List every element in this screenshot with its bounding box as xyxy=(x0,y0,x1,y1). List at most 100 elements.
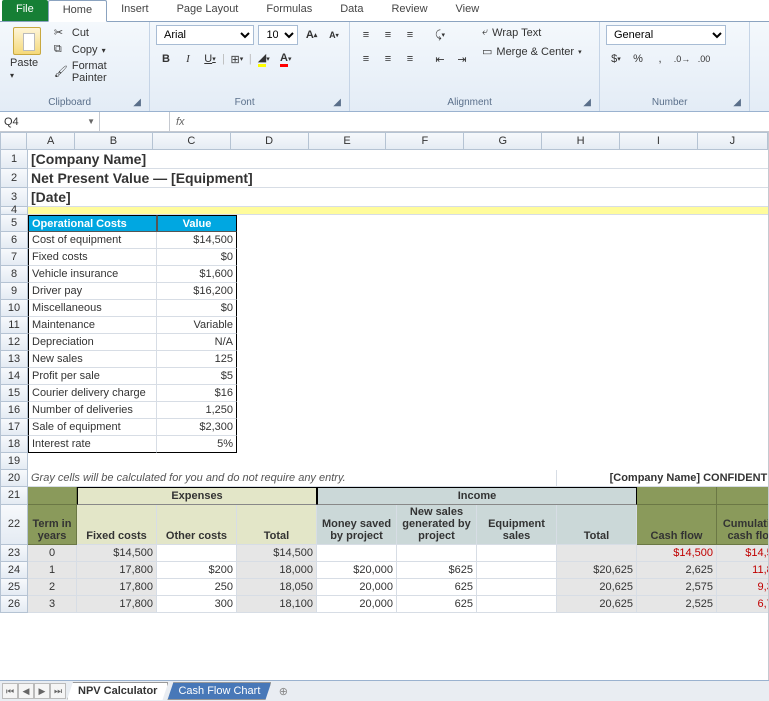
cell[interactable]: Courier delivery charge xyxy=(28,385,157,402)
row-header[interactable]: 17 xyxy=(0,419,28,436)
cell[interactable]: $14,500 xyxy=(157,232,237,249)
sheet-tab-npv[interactable]: NPV Calculator xyxy=(67,682,168,700)
cell[interactable] xyxy=(317,545,397,562)
tab-nav-prev[interactable]: ◀ xyxy=(18,683,34,699)
paste-button[interactable]: Paste ▾ xyxy=(6,25,48,85)
cell[interactable]: Term in years xyxy=(28,505,77,545)
spreadsheet[interactable]: ABCDEFGHIJ 12345678910111213141516171819… xyxy=(0,132,769,680)
file-tab[interactable]: File xyxy=(2,0,48,21)
cell[interactable] xyxy=(717,487,769,505)
border-button[interactable]: ⊞▾ xyxy=(227,49,247,69)
cell[interactable]: 17,800 xyxy=(77,596,157,613)
cell[interactable]: $0 xyxy=(157,300,237,317)
align-bottom-button[interactable]: ≡ xyxy=(400,25,420,45)
cell[interactable]: [Company Name] xyxy=(28,150,769,169)
dialog-launcher-icon[interactable]: ◢ xyxy=(733,97,741,108)
cell[interactable]: Other costs xyxy=(157,505,237,545)
cell[interactable]: 625 xyxy=(397,579,477,596)
row-header[interactable]: 14 xyxy=(0,368,28,385)
cell[interactable] xyxy=(477,596,557,613)
cell[interactable]: 17,800 xyxy=(77,562,157,579)
cell[interactable]: $20,000 xyxy=(317,562,397,579)
grow-font-button[interactable]: A▴ xyxy=(302,25,320,45)
tab-nav-next[interactable]: ▶ xyxy=(34,683,50,699)
formula-input[interactable] xyxy=(191,116,763,128)
row-header[interactable]: 8 xyxy=(0,266,28,283)
cell[interactable]: 2,525 xyxy=(637,596,717,613)
cell[interactable]: 6,775 xyxy=(717,596,769,613)
cell[interactable]: $5 xyxy=(157,368,237,385)
cell[interactable]: Vehicle insurance xyxy=(28,266,157,283)
column-header[interactable]: I xyxy=(620,132,698,150)
cell[interactable]: $200 xyxy=(157,562,237,579)
dialog-launcher-icon[interactable]: ◢ xyxy=(133,97,141,108)
tab-nav-last[interactable]: ⏭ xyxy=(50,683,66,699)
align-top-button[interactable]: ≡ xyxy=(356,25,376,45)
row-header[interactable]: 7 xyxy=(0,249,28,266)
cell[interactable] xyxy=(477,579,557,596)
row-header[interactable]: 6 xyxy=(0,232,28,249)
tab-home[interactable]: Home xyxy=(48,0,107,22)
cell[interactable]: 18,100 xyxy=(237,596,317,613)
cell[interactable]: 2,625 xyxy=(637,562,717,579)
cell[interactable]: Maintenance xyxy=(28,317,157,334)
cell[interactable] xyxy=(157,545,237,562)
cell[interactable]: Driver pay xyxy=(28,283,157,300)
cell[interactable] xyxy=(477,562,557,579)
increase-decimal-button[interactable]: .0→ xyxy=(672,49,692,69)
cell[interactable]: 20,625 xyxy=(557,579,637,596)
cell[interactable]: Total xyxy=(557,505,637,545)
tab-nav-first[interactable]: ⏮ xyxy=(2,683,18,699)
cell[interactable]: Money saved by project xyxy=(317,505,397,545)
row-header[interactable]: 5 xyxy=(0,215,28,232)
cell[interactable]: Income xyxy=(317,487,637,505)
dropdown-icon[interactable]: ▼ xyxy=(87,117,95,126)
row-header[interactable]: 11 xyxy=(0,317,28,334)
cell[interactable]: 625 xyxy=(397,596,477,613)
dialog-launcher-icon[interactable]: ◢ xyxy=(333,97,341,108)
tab-review[interactable]: Review xyxy=(377,0,441,21)
copy-button[interactable]: ⧉Copy ▾ xyxy=(52,42,143,58)
number-format-select[interactable]: General xyxy=(606,25,726,45)
bold-button[interactable]: B xyxy=(156,49,176,69)
decrease-decimal-button[interactable]: .00 xyxy=(694,49,714,69)
row-header[interactable]: 22 xyxy=(0,505,28,545)
underline-button[interactable]: U▾ xyxy=(200,49,220,69)
cell[interactable] xyxy=(397,545,477,562)
percent-button[interactable]: % xyxy=(628,49,648,69)
tab-data[interactable]: Data xyxy=(326,0,377,21)
row-header[interactable]: 16 xyxy=(0,402,28,419)
cell[interactable]: Interest rate xyxy=(28,436,157,453)
cell[interactable]: $625 xyxy=(397,562,477,579)
orientation-button[interactable]: ⤹▾ xyxy=(430,25,450,45)
cell[interactable]: $16 xyxy=(157,385,237,402)
cell[interactable]: 300 xyxy=(157,596,237,613)
cell[interactable]: Depreciation xyxy=(28,334,157,351)
fx-icon[interactable]: fx xyxy=(176,116,185,128)
cell[interactable]: 18,000 xyxy=(237,562,317,579)
cell[interactable]: [Company Name] CONFIDENTIAL xyxy=(557,470,769,487)
row-header[interactable]: 18 xyxy=(0,436,28,453)
sheet-tab-chart[interactable]: Cash Flow Chart xyxy=(167,682,271,700)
tab-view[interactable]: View xyxy=(442,0,494,21)
outdent-button[interactable]: ⇤ xyxy=(430,49,450,69)
cell[interactable]: $0 xyxy=(157,249,237,266)
cell[interactable]: $14,500 xyxy=(77,545,157,562)
cell[interactable]: Gray cells will be calculated for you an… xyxy=(28,470,557,487)
column-header[interactable]: C xyxy=(153,132,231,150)
cell[interactable]: Net Present Value — [Equipment] xyxy=(28,169,769,188)
row-header[interactable]: 13 xyxy=(0,351,28,368)
column-header[interactable]: F xyxy=(386,132,464,150)
row-header[interactable]: 20 xyxy=(0,470,28,487)
row-header[interactable]: 25 xyxy=(0,579,28,596)
cell[interactable]: Fixed costs xyxy=(28,249,157,266)
row-header[interactable]: 1 xyxy=(0,150,28,169)
new-sheet-button[interactable]: ⊕ xyxy=(273,685,293,698)
font-color-button[interactable]: A▾ xyxy=(276,49,296,69)
italic-button[interactable]: I xyxy=(178,49,198,69)
currency-button[interactable]: $▾ xyxy=(606,49,626,69)
cell[interactable]: 5% xyxy=(157,436,237,453)
cell[interactable] xyxy=(557,545,637,562)
column-header[interactable]: B xyxy=(75,132,153,150)
cell[interactable]: Number of deliveries xyxy=(28,402,157,419)
